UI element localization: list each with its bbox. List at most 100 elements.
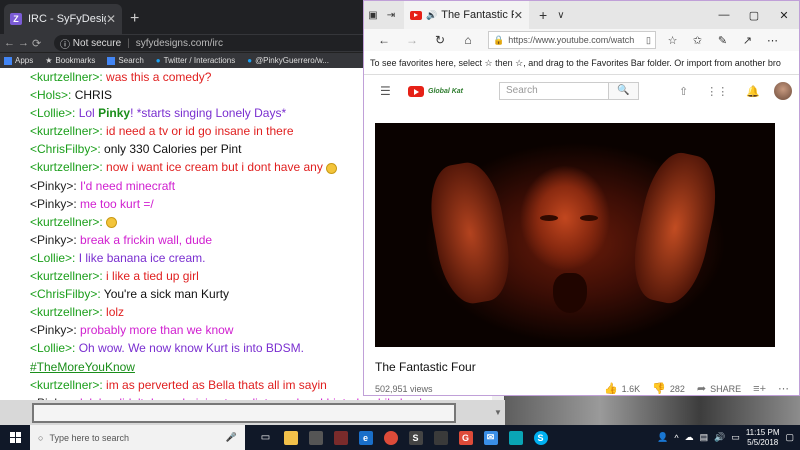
clock[interactable]: 11:15 PM 5/5/2018	[746, 428, 780, 448]
forward-icon[interactable]: →	[18, 37, 32, 49]
taskbar-search[interactable]: ○ Type here to search 🎤	[30, 425, 245, 450]
chrome-tab-irc[interactable]: Z IRC - SyFyDesigns.com ✕	[4, 4, 122, 34]
bookmark-search[interactable]: Search	[107, 56, 144, 65]
notifications-icon[interactable]: ▢	[785, 432, 794, 443]
tab-preview-chevron-icon[interactable]: ∨	[557, 10, 564, 21]
onedrive-icon[interactable]: ☁	[685, 432, 694, 443]
youtube-logo[interactable]: Global Kat	[408, 85, 463, 97]
reading-view-icon[interactable]: ▯	[646, 35, 651, 46]
chat-nick[interactable]: <Lollie>:	[30, 251, 75, 265]
back-icon[interactable]: ←	[370, 33, 398, 47]
battery-icon[interactable]: ▭	[731, 432, 740, 443]
chat-input[interactable]	[32, 403, 456, 423]
favorite-star-icon[interactable]: ☆	[660, 34, 685, 47]
start-button[interactable]	[0, 425, 30, 450]
maximize-button[interactable]: ▢	[739, 9, 769, 22]
add-to-playlist-button[interactable]: ≡+	[753, 383, 766, 395]
forward-icon[interactable]: →	[398, 33, 426, 47]
mail-icon[interactable]: ✉	[478, 425, 503, 450]
chat-nick[interactable]: <ChrisFilby>:	[30, 287, 101, 301]
refresh-icon[interactable]: ↻	[426, 33, 454, 47]
file-explorer-icon[interactable]	[278, 425, 303, 450]
minimize-button[interactable]: —	[709, 9, 739, 22]
network-icon[interactable]: ▤	[700, 432, 709, 443]
upload-icon[interactable]: ⇧	[679, 85, 688, 98]
taskbar-app-icon[interactable]	[503, 425, 528, 450]
set-aside-icon[interactable]: ⇥	[382, 10, 400, 21]
speaker-icon[interactable]: 🔊	[426, 10, 437, 21]
chat-nick[interactable]: <kurtzellner>:	[30, 215, 103, 229]
bookmark-apps[interactable]: Apps	[4, 56, 33, 65]
apps-icon	[4, 56, 12, 65]
menu-icon[interactable]: ☰	[380, 84, 392, 98]
share-button[interactable]: ➦ SHARE	[697, 382, 741, 395]
favorites-hub-icon[interactable]: ✩	[685, 34, 710, 47]
new-tab-button[interactable]: +	[539, 7, 547, 23]
edge-tab-youtube[interactable]: 🔊 The Fantastic Four ✕	[404, 1, 529, 29]
chat-nick[interactable]: <kurtzellner>:	[30, 305, 103, 319]
more-actions-button[interactable]: ⋯	[778, 382, 789, 395]
reload-icon[interactable]: ⟳	[32, 37, 46, 50]
taskbar-app-icon[interactable]	[328, 425, 353, 450]
chat-message: break a frickin wall, dude	[76, 232, 213, 247]
chat-nick[interactable]: <kurtzellner>:	[30, 124, 103, 138]
chrome-icon[interactable]	[378, 425, 403, 450]
search-button[interactable]: 🔍	[609, 82, 640, 100]
taskbar-app-icon[interactable]	[303, 425, 328, 450]
tabs-aside-icon[interactable]: ▣	[364, 10, 382, 21]
chat-nick[interactable]: <Hols>:	[30, 88, 71, 102]
chat-nick[interactable]: <Lollie>:	[30, 106, 75, 120]
hashtag-link[interactable]: #TheMoreYouKnow	[30, 360, 135, 374]
chat-nick[interactable]: <kurtzellner>:	[30, 160, 103, 174]
chat-nick[interactable]: <Pinky>:	[30, 179, 77, 193]
apps-grid-icon[interactable]: ⋮⋮	[706, 85, 728, 98]
chevron-up-icon[interactable]: ^	[674, 433, 678, 443]
scroll-down-icon[interactable]: ▼	[494, 408, 502, 417]
pen-icon[interactable]: ✎	[710, 34, 735, 47]
more-icon[interactable]: ⋯	[760, 34, 785, 47]
new-tab-button[interactable]: +	[130, 10, 139, 28]
share-icon[interactable]: ↗	[735, 34, 760, 47]
avatar[interactable]	[773, 82, 792, 100]
chat-message: ! *starts singing Lonely Days*	[130, 106, 287, 121]
taskbar-app-s-icon[interactable]: S	[403, 425, 428, 450]
bookmark-bookmarks[interactable]: ★ Bookmarks	[45, 56, 95, 65]
chat-nick[interactable]: <kurtzellner>:	[30, 70, 103, 84]
google-plus-icon[interactable]: G	[453, 425, 478, 450]
search-input[interactable]: Search	[499, 82, 610, 100]
chat-nick[interactable]: <ChrisFilby>:	[30, 142, 101, 156]
chat-message: was this a comedy?	[102, 70, 212, 84]
bookmark-twitter-2[interactable]: ● @PinkyGuerrero/w...	[247, 56, 329, 65]
share-arrow-icon: ➦	[696, 383, 707, 395]
notifications-bell-icon[interactable]: 🔔	[746, 85, 760, 98]
chat-nick[interactable]: <Pinky>:	[30, 233, 77, 247]
address-bar[interactable]: 🔒 https://www.youtube.com/watch ▯	[488, 31, 656, 49]
taskbar-search-placeholder: Type here to search	[49, 432, 129, 443]
volume-icon[interactable]: 🔊	[714, 432, 725, 443]
bookmark-label: Bookmarks	[55, 56, 96, 65]
wallpaper	[500, 395, 800, 425]
bookmark-twitter[interactable]: ● Twitter / Interactions	[156, 56, 235, 65]
like-button[interactable]: 👍 1.6K	[604, 382, 640, 395]
edge-icon[interactable]: e	[353, 425, 378, 450]
close-tab-icon[interactable]: ✕	[106, 12, 116, 26]
microphone-icon[interactable]: 🎤	[226, 432, 237, 443]
dislike-button[interactable]: 👎 282	[652, 382, 685, 395]
people-icon[interactable]: 👤	[657, 432, 668, 443]
chat-nick[interactable]: <kurtzellner>:	[30, 378, 103, 392]
video-player[interactable]	[375, 123, 775, 347]
home-icon[interactable]: ⌂	[454, 33, 482, 47]
close-window-button[interactable]: ✕	[769, 9, 799, 22]
chat-nick[interactable]: <Pinky>:	[30, 323, 77, 337]
chat-nick[interactable]: <Pinky>:	[30, 197, 77, 211]
close-tab-icon[interactable]: ✕	[514, 9, 523, 22]
youtube-logo-icon	[408, 85, 424, 97]
info-icon[interactable]: ⓘ	[60, 36, 73, 51]
taskbar-apps: ▭ e S G ✉ S	[253, 425, 553, 450]
back-icon[interactable]: ←	[4, 37, 18, 49]
taskbar-app-icon[interactable]	[428, 425, 453, 450]
skype-icon[interactable]: S	[528, 425, 553, 450]
task-view-icon[interactable]: ▭	[253, 425, 278, 450]
chat-nick[interactable]: <Lollie>:	[30, 341, 75, 355]
chat-nick[interactable]: <kurtzellner>:	[30, 269, 103, 283]
